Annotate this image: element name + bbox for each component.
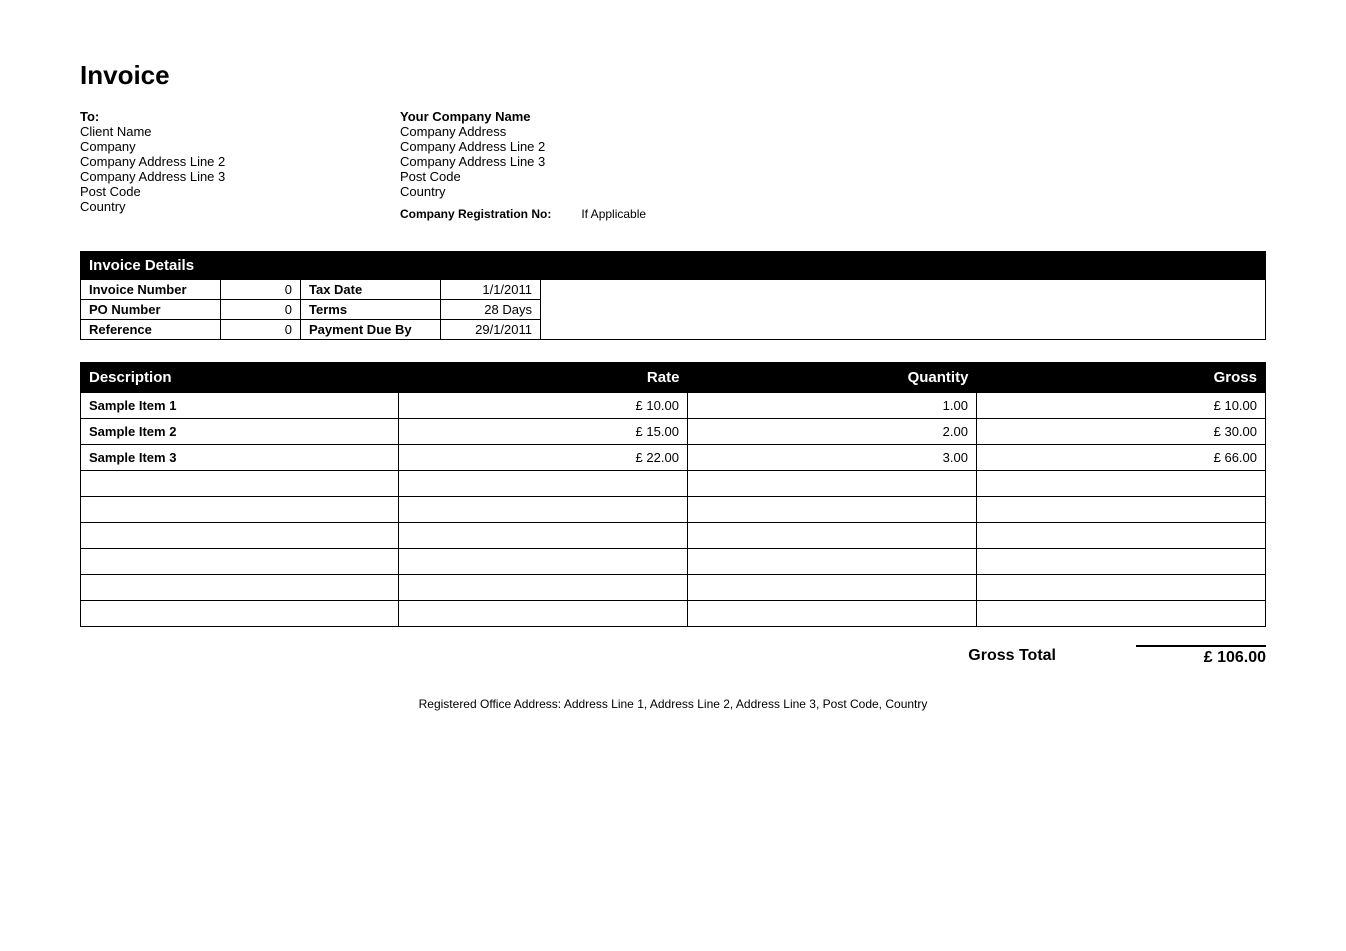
tax-date-value: 1/1/2011 xyxy=(441,280,541,300)
item-description xyxy=(81,523,399,549)
terms-label: Terms xyxy=(301,300,441,320)
item-quantity xyxy=(687,471,976,497)
company-reg-value: If Applicable xyxy=(581,207,646,221)
item-gross xyxy=(976,471,1265,497)
company-postcode: Post Code xyxy=(400,169,720,184)
item-gross xyxy=(976,497,1265,523)
gross-total-row: Gross Total £ 106.00 xyxy=(80,645,1266,667)
company-country: Country xyxy=(400,184,720,199)
col-description-header: Description xyxy=(81,363,399,393)
table-row xyxy=(81,523,1266,549)
item-gross xyxy=(976,601,1265,627)
company-name: Your Company Name xyxy=(400,109,720,124)
bill-to-section: To: Client Name Company Company Address … xyxy=(80,109,400,221)
item-description xyxy=(81,497,399,523)
client-postcode: Post Code xyxy=(80,184,400,199)
item-rate xyxy=(398,601,687,627)
table-row xyxy=(81,471,1266,497)
gross-total-value: £ 106.00 xyxy=(1136,645,1266,667)
item-rate: £ 10.00 xyxy=(398,393,687,419)
item-rate xyxy=(398,497,687,523)
item-description xyxy=(81,601,399,627)
reference-label: Reference xyxy=(81,320,221,340)
item-gross xyxy=(976,549,1265,575)
item-rate: £ 15.00 xyxy=(398,419,687,445)
item-gross xyxy=(976,523,1265,549)
company-address-line3: Company Address Line 3 xyxy=(400,154,720,169)
po-number-value: 0 xyxy=(221,300,301,320)
item-description xyxy=(81,471,399,497)
item-gross: £ 30.00 xyxy=(976,419,1265,445)
po-number-label: PO Number xyxy=(81,300,221,320)
table-row: Sample Item 1£ 10.001.00£ 10.00 xyxy=(81,393,1266,419)
item-description: Sample Item 2 xyxy=(81,419,399,445)
client-address-line3: Company Address Line 3 xyxy=(80,169,400,184)
table-row: Sample Item 3£ 22.003.00£ 66.00 xyxy=(81,445,1266,471)
payment-due-value: 29/1/2011 xyxy=(441,320,541,340)
invoice-title: Invoice xyxy=(80,60,1266,91)
terms-value: 28 Days xyxy=(441,300,541,320)
company-reg-row: Company Registration No: If Applicable xyxy=(400,207,720,221)
item-quantity xyxy=(687,497,976,523)
invoice-number-value: 0 xyxy=(221,280,301,300)
gross-total-label: Gross Total xyxy=(906,647,1056,665)
col-rate-header: Rate xyxy=(398,363,687,393)
table-row xyxy=(81,497,1266,523)
payment-due-label: Payment Due By xyxy=(301,320,441,340)
bill-to-label: To: xyxy=(80,109,400,124)
details-row-1: Invoice Number 0 Tax Date 1/1/2011 xyxy=(81,280,1266,300)
item-quantity xyxy=(687,523,976,549)
item-gross: £ 10.00 xyxy=(976,393,1265,419)
item-rate xyxy=(398,471,687,497)
item-gross xyxy=(976,575,1265,601)
item-quantity xyxy=(687,549,976,575)
company-address: Company Address xyxy=(400,124,720,139)
item-rate xyxy=(398,575,687,601)
item-description: Sample Item 1 xyxy=(81,393,399,419)
reference-value: 0 xyxy=(221,320,301,340)
header-section: To: Client Name Company Company Address … xyxy=(80,109,1266,221)
items-table: Description Rate Quantity Gross Sample I… xyxy=(80,362,1266,627)
item-quantity xyxy=(687,601,976,627)
tax-date-label: Tax Date xyxy=(301,280,441,300)
item-quantity xyxy=(687,575,976,601)
item-quantity: 2.00 xyxy=(687,419,976,445)
item-gross: £ 66.00 xyxy=(976,445,1265,471)
client-country: Country xyxy=(80,199,400,214)
table-row xyxy=(81,575,1266,601)
table-row: Sample Item 2£ 15.002.00£ 30.00 xyxy=(81,419,1266,445)
client-company: Company xyxy=(80,139,400,154)
item-description xyxy=(81,575,399,601)
client-address-line2: Company Address Line 2 xyxy=(80,154,400,169)
item-rate: £ 22.00 xyxy=(398,445,687,471)
company-reg-label: Company Registration No: xyxy=(400,207,551,221)
col-quantity-header: Quantity xyxy=(687,363,976,393)
item-description xyxy=(81,549,399,575)
invoice-page: Invoice To: Client Name Company Company … xyxy=(0,0,1346,951)
details-row-2: PO Number 0 Terms 28 Days xyxy=(81,300,1266,320)
item-quantity: 3.00 xyxy=(687,445,976,471)
company-address-line2: Company Address Line 2 xyxy=(400,139,720,154)
col-gross-header: Gross xyxy=(976,363,1265,393)
client-name: Client Name xyxy=(80,124,400,139)
items-header-row: Description Rate Quantity Gross xyxy=(81,363,1266,393)
item-rate xyxy=(398,523,687,549)
item-rate xyxy=(398,549,687,575)
invoice-number-label: Invoice Number xyxy=(81,280,221,300)
details-row-3: Reference 0 Payment Due By 29/1/2011 xyxy=(81,320,1266,340)
item-quantity: 1.00 xyxy=(687,393,976,419)
table-row xyxy=(81,549,1266,575)
invoice-details-header: Invoice Details xyxy=(81,252,1266,280)
footer-address: Registered Office Address: Address Line … xyxy=(80,697,1266,711)
item-description: Sample Item 3 xyxy=(81,445,399,471)
table-row xyxy=(81,601,1266,627)
company-info-section: Your Company Name Company Address Compan… xyxy=(400,109,720,221)
invoice-details-table: Invoice Details Invoice Number 0 Tax Dat… xyxy=(80,251,1266,340)
